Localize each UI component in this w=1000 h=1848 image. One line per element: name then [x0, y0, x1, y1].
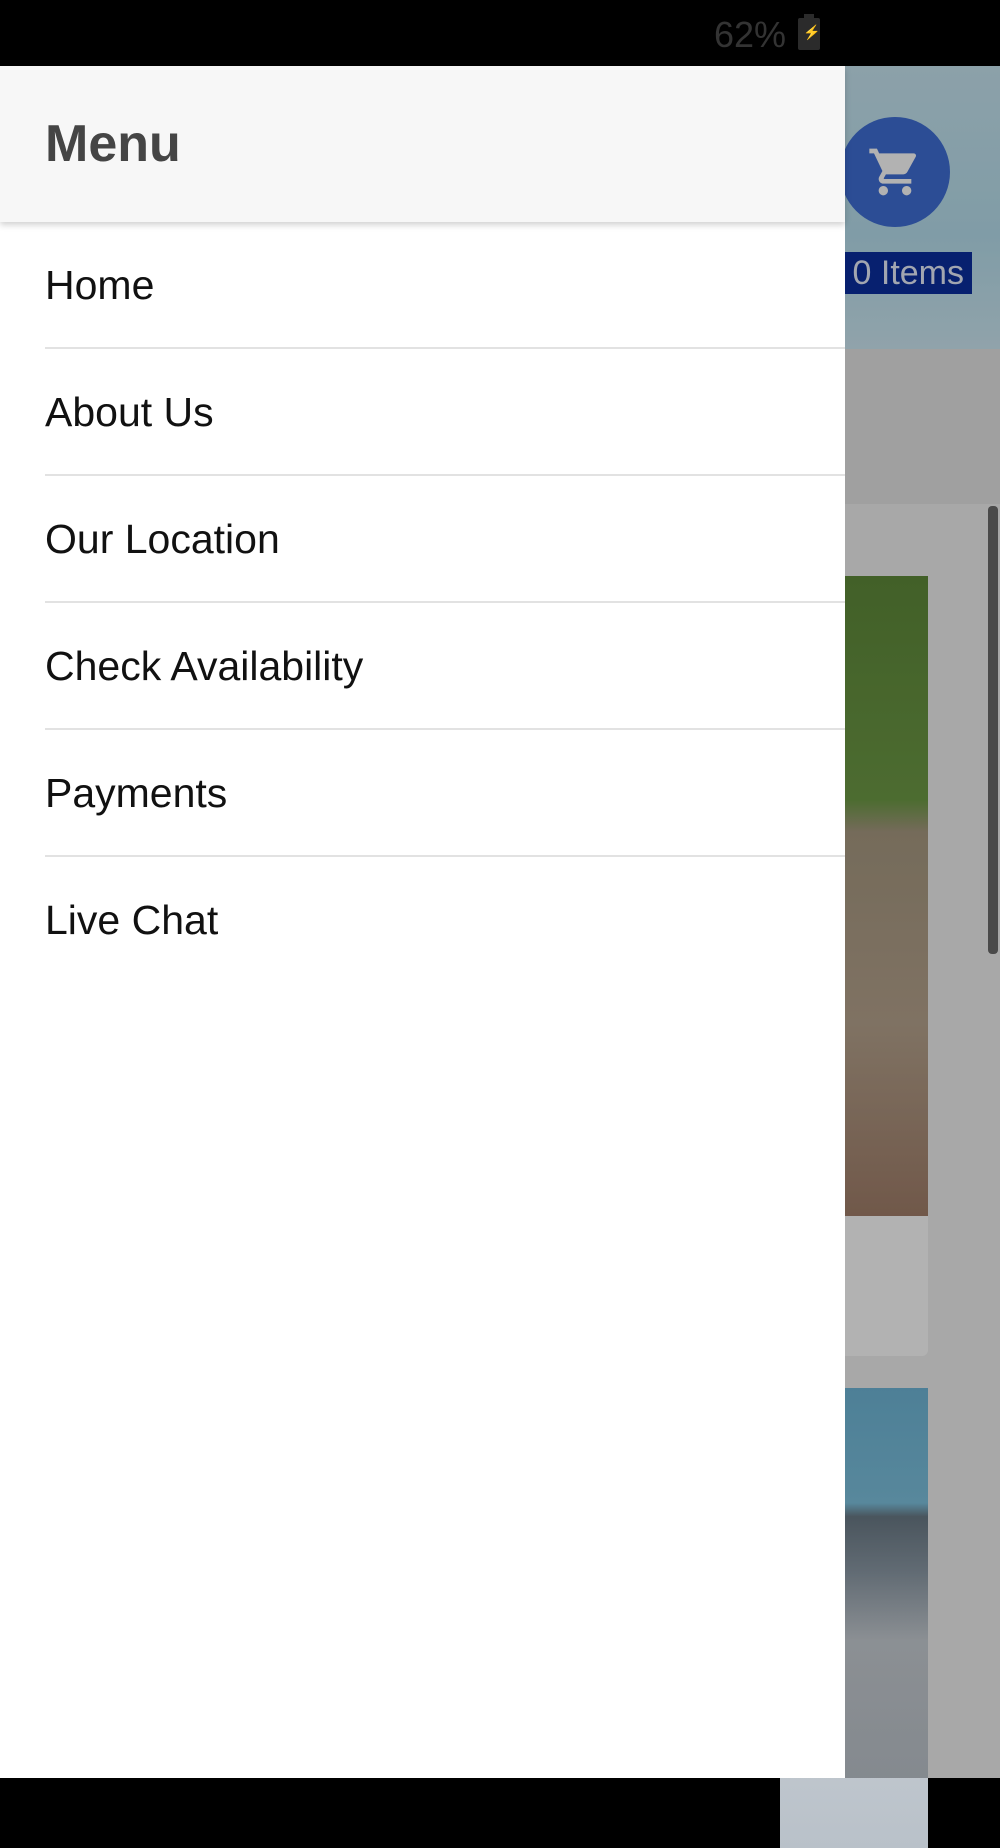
status-bar: 62% ⚡	[0, 0, 1000, 66]
menu-item-home[interactable]: Home	[0, 222, 845, 349]
navigation-drawer: Menu Home About Us Our Location Check Av…	[0, 66, 845, 1778]
menu-item-about-us[interactable]: About Us	[0, 349, 845, 476]
menu-item-label: Payments	[45, 770, 228, 816]
menu-item-our-location[interactable]: Our Location	[0, 476, 845, 603]
menu-item-label: Our Location	[45, 516, 280, 562]
menu-item-label: Check Availability	[45, 643, 364, 689]
drawer-title: Menu	[45, 115, 181, 173]
menu-item-label: About Us	[45, 389, 214, 435]
menu-item-payments[interactable]: Payments	[0, 730, 845, 857]
menu-list: Home About Us Our Location Check Availab…	[0, 222, 845, 984]
menu-item-live-chat[interactable]: Live Chat	[0, 857, 845, 984]
battery-percent: 62%	[713, 14, 786, 55]
menu-item-label: Home	[45, 262, 155, 308]
menu-item-label: Live Chat	[45, 897, 219, 943]
drawer-header: Menu	[0, 66, 845, 222]
menu-item-check-availability[interactable]: Check Availability	[0, 603, 845, 730]
battery-charging-icon: ⚡	[798, 14, 820, 50]
